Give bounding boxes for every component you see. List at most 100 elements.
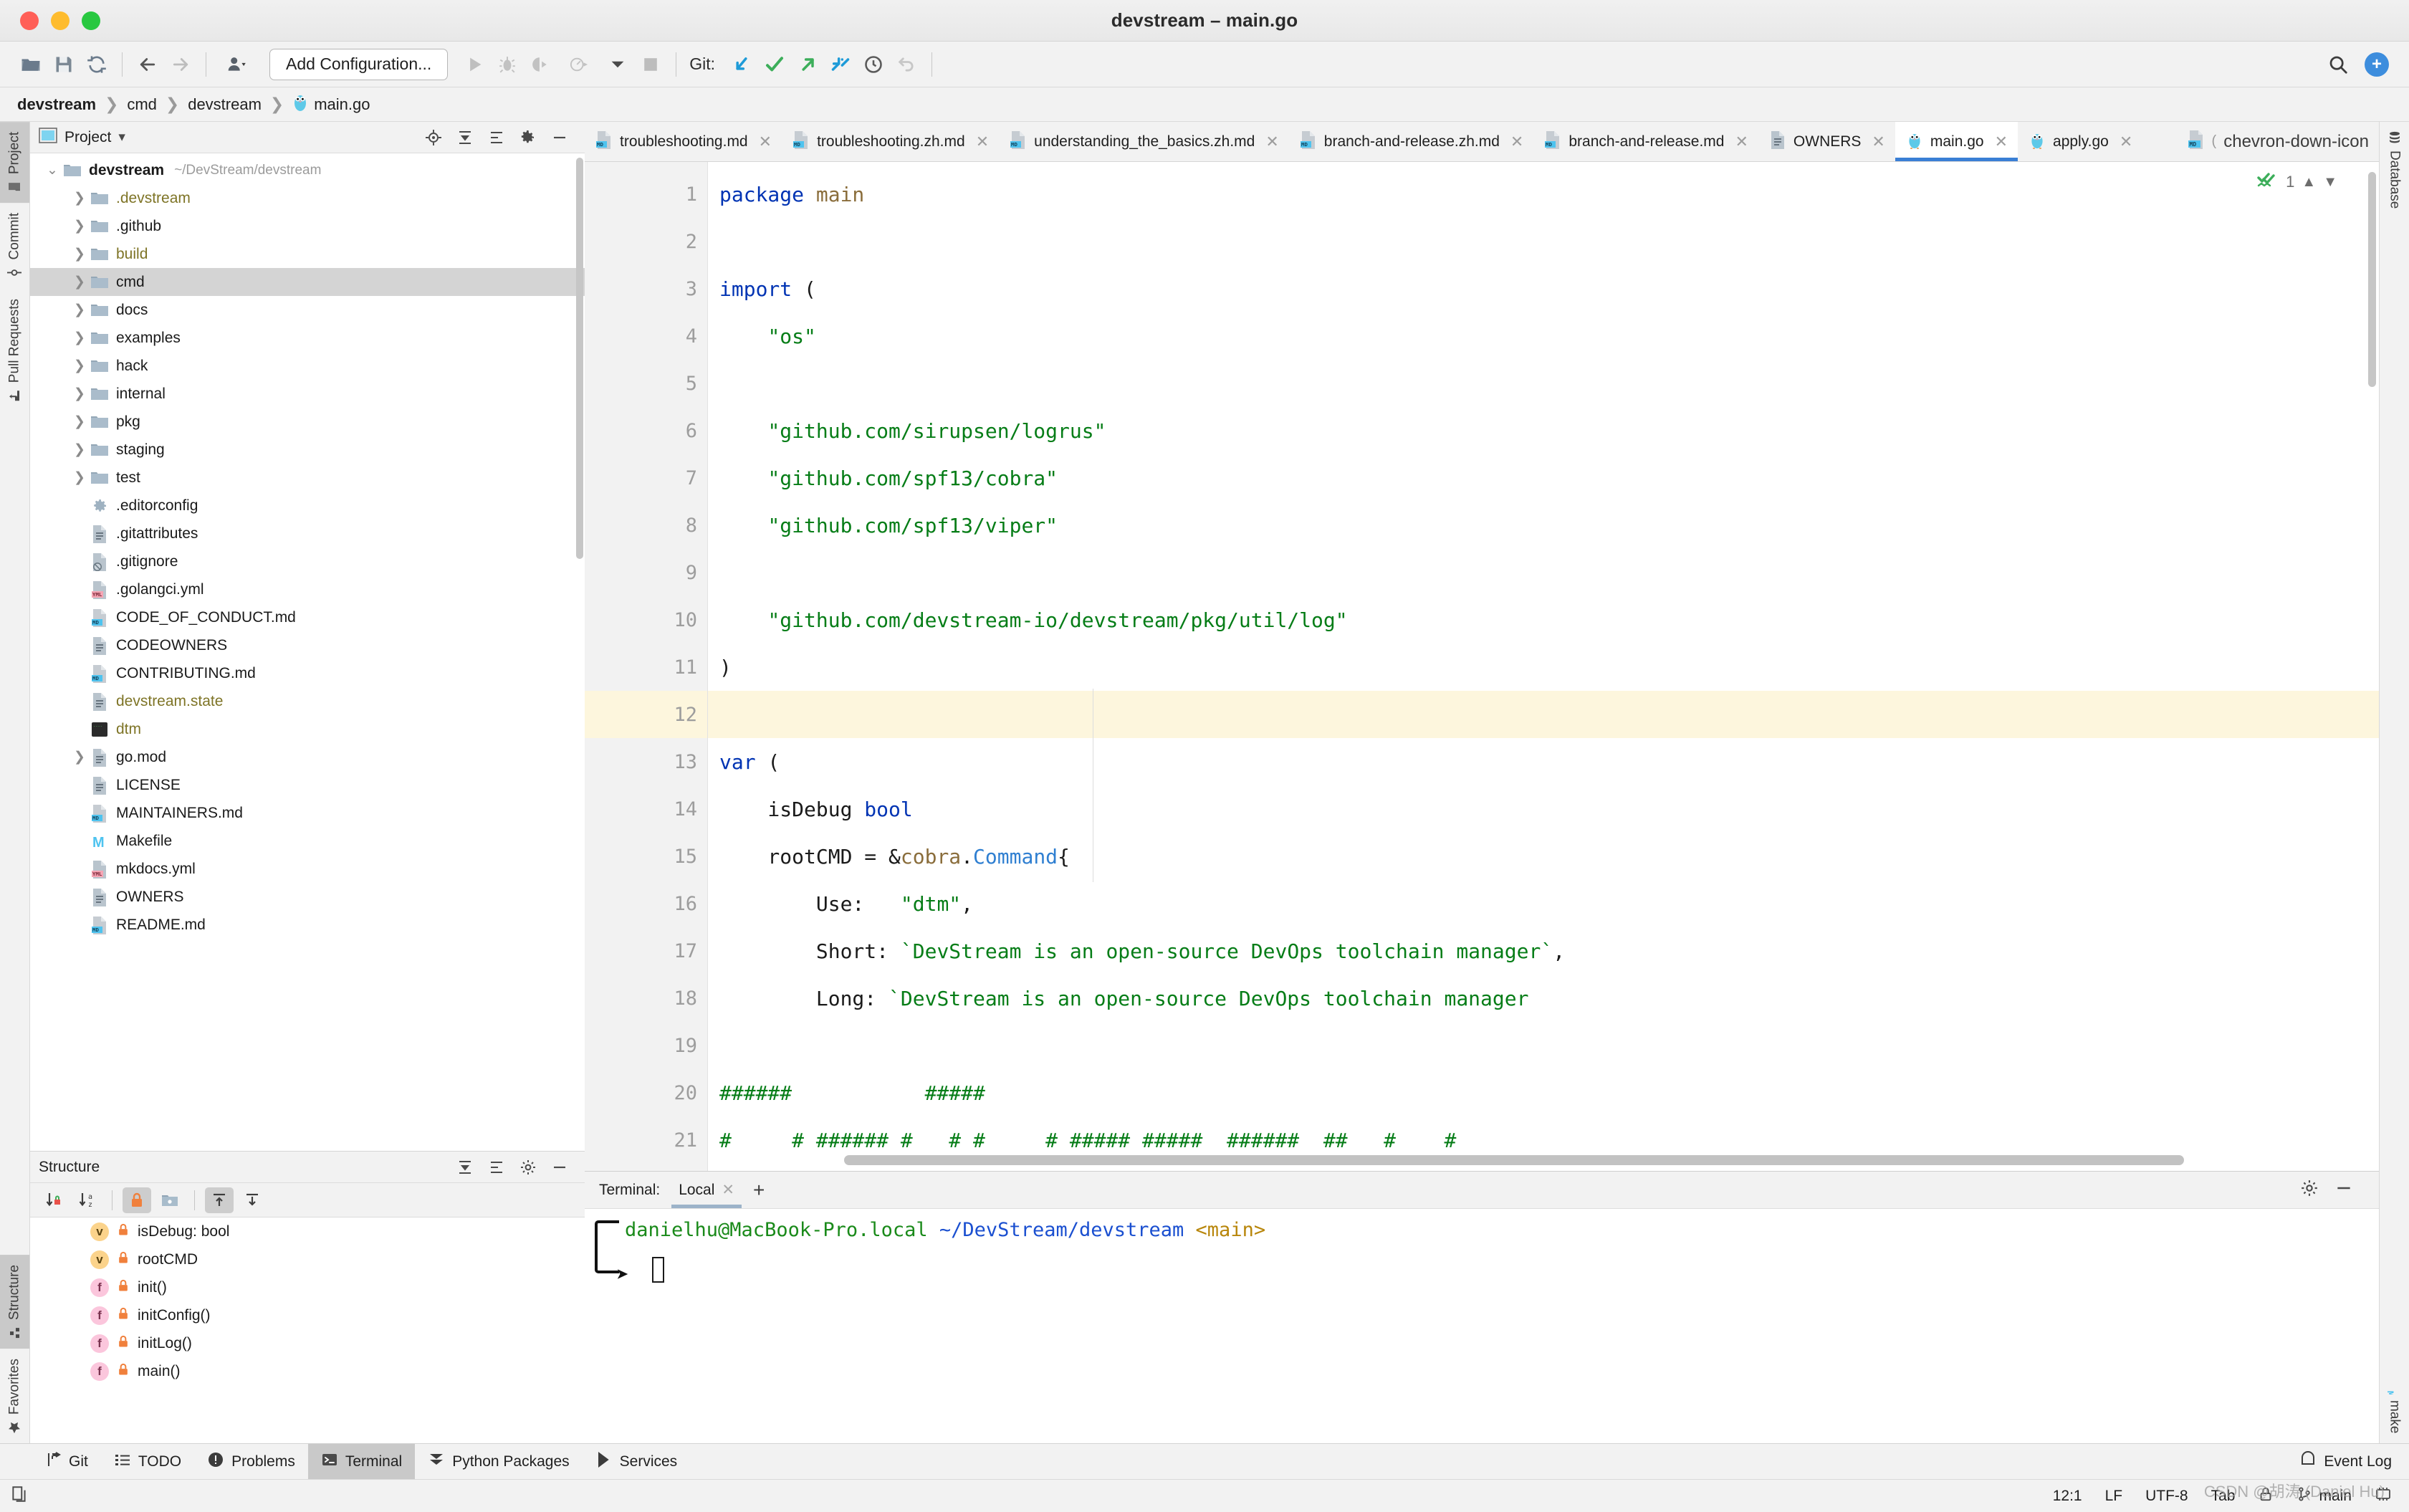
caret-position[interactable]: 12:1 <box>2053 1488 2082 1505</box>
tree-item-codeowners[interactable]: CODEOWNERS <box>30 631 585 659</box>
run-icon[interactable] <box>458 48 491 81</box>
minimize-window-button[interactable] <box>51 11 70 30</box>
tree-item--golangci-yml[interactable]: YML.golangci.yml <box>30 575 585 603</box>
tree-item-staging[interactable]: ❯staging <box>30 436 585 464</box>
terminal-input-line[interactable] <box>606 1257 2379 1283</box>
tool-window-todo[interactable]: TODO <box>101 1444 194 1479</box>
breadcrumb-item-3[interactable]: main.go <box>288 93 374 116</box>
breadcrumb-item-1[interactable]: cmd <box>123 95 161 114</box>
profile-dropdown-icon[interactable] <box>601 48 634 81</box>
tree-item-hack[interactable]: ❯hack <box>30 352 585 380</box>
event-log-button[interactable]: Event Log <box>2299 1444 2409 1479</box>
user-dropdown-icon[interactable] <box>215 48 259 81</box>
line-number[interactable]: 18 <box>585 975 707 1022</box>
settings-gear-icon[interactable] <box>517 127 539 148</box>
code-line[interactable]: ###### ##### <box>719 1069 2379 1116</box>
stop-icon[interactable] <box>634 48 667 81</box>
close-icon[interactable]: ✕ <box>1872 133 1884 151</box>
search-icon[interactable] <box>2322 48 2355 81</box>
code-line[interactable]: "github.com/spf13/viper" <box>719 502 2379 549</box>
expand-arrow-icon[interactable]: ❯ <box>70 331 89 345</box>
close-window-button[interactable] <box>20 11 39 30</box>
memory-icon[interactable] <box>2375 1486 2392 1506</box>
tree-item-examples[interactable]: ❯examples <box>30 324 585 352</box>
code-line[interactable] <box>719 1022 2379 1069</box>
line-number[interactable]: 5 <box>585 360 707 407</box>
breadcrumb-item-2[interactable]: devstream <box>183 95 266 114</box>
editor-vertical-scrollbar[interactable] <box>2368 172 2376 387</box>
profile-icon[interactable] <box>557 48 601 81</box>
terminal-output[interactable]: ➤ danielhu@MacBook-Pro.local ~/DevStream… <box>585 1209 2379 1443</box>
code-line[interactable] <box>719 218 2379 265</box>
tree-item-pkg[interactable]: ❯pkg <box>30 408 585 436</box>
next-issue-icon[interactable]: ▼ <box>2323 174 2337 191</box>
expand-all-icon[interactable] <box>205 1187 234 1213</box>
tree-item--github[interactable]: ❯.github <box>30 212 585 240</box>
code-line[interactable]: Use: "dtm", <box>719 880 2379 927</box>
line-number[interactable]: 8 <box>585 502 707 549</box>
code-line[interactable]: ) <box>719 643 2379 691</box>
tree-item-docs[interactable]: ❯docs <box>30 296 585 324</box>
collapse-all-icon[interactable] <box>454 127 476 148</box>
close-icon[interactable]: ✕ <box>1265 133 1278 151</box>
code-line[interactable]: "github.com/sirupsen/logrus" <box>719 407 2379 454</box>
terminal-tab-local[interactable]: Local ✕ <box>671 1172 742 1208</box>
project-tree-scrollbar[interactable] <box>576 158 583 559</box>
breadcrumb-item-0[interactable]: devstream <box>13 95 100 114</box>
plus-icon[interactable]: + <box>753 1180 765 1200</box>
tree-item-test[interactable]: ❯test <box>30 464 585 492</box>
file-encoding[interactable]: UTF-8 <box>2145 1488 2188 1505</box>
structure-item[interactable]: vrootCMD <box>30 1245 585 1273</box>
structure-item[interactable]: visDebug: bool <box>30 1217 585 1245</box>
line-number[interactable]: 3 <box>585 265 707 312</box>
editor-horizontal-scrollbar[interactable] <box>844 1155 2184 1165</box>
chevron-down-icon[interactable]: chevron-down-icon <box>2223 132 2369 152</box>
tab-troubleshooting-zh-md[interactable]: MDtroubleshooting.zh.md✕ <box>782 122 999 161</box>
code-line[interactable] <box>719 549 2379 596</box>
line-number[interactable]: 6 <box>585 407 707 454</box>
minimize-icon[interactable] <box>2334 1179 2353 1201</box>
close-icon[interactable]: ✕ <box>1510 133 1523 151</box>
sidebar-item-make[interactable]: M make <box>2380 1372 2409 1443</box>
tree-item-owners[interactable]: OWNERS <box>30 883 585 911</box>
line-number[interactable]: 14 <box>585 785 707 833</box>
sort-by-visibility-icon[interactable] <box>40 1187 69 1213</box>
sidebar-item-project[interactable]: Project <box>0 122 29 203</box>
code-line[interactable] <box>719 360 2379 407</box>
sidebar-item-commit[interactable]: Commit <box>0 203 29 288</box>
close-icon[interactable]: ✕ <box>976 133 989 151</box>
lock-icon[interactable] <box>2258 1486 2274 1506</box>
close-icon[interactable]: ✕ <box>722 1181 734 1199</box>
collapse-all-icon[interactable] <box>238 1187 267 1213</box>
run-configuration-selector[interactable]: Add Configuration... <box>269 49 448 80</box>
tree-item--devstream[interactable]: ❯.devstream <box>30 184 585 212</box>
expand-arrow-icon[interactable]: ❯ <box>70 191 89 205</box>
line-number[interactable]: 1 <box>585 171 707 218</box>
close-icon[interactable]: ✕ <box>1995 133 2008 151</box>
tree-item--gitattributes[interactable]: .gitattributes <box>30 520 585 547</box>
code-line[interactable] <box>708 691 2379 738</box>
expand-all-icon[interactable] <box>486 127 507 148</box>
chevron-down-icon[interactable]: ▾ <box>118 129 125 145</box>
tab-understanding-the-basics-zh-md[interactable]: MDunderstanding_the_basics.zh.md✕ <box>999 122 1289 161</box>
expand-arrow-icon[interactable]: ❯ <box>70 415 89 429</box>
expand-arrow-icon[interactable]: ❯ <box>70 750 89 764</box>
line-separator[interactable]: LF <box>2105 1488 2123 1505</box>
run-coverage-icon[interactable] <box>524 48 557 81</box>
tree-item-readme-md[interactable]: MDREADME.md <box>30 911 585 939</box>
group-by-folder-icon[interactable] <box>155 1187 184 1213</box>
back-arrow-icon[interactable] <box>131 48 164 81</box>
close-icon[interactable]: ✕ <box>1735 133 1748 151</box>
expand-arrow-icon[interactable]: ❯ <box>70 303 89 317</box>
tree-item-code-of-conduct-md[interactable]: MDCODE_OF_CONDUCT.md <box>30 603 585 631</box>
line-number[interactable]: 20 <box>585 1069 707 1116</box>
tab-apply-go[interactable]: apply.go✕ <box>2018 122 2142 161</box>
expand-arrow-icon[interactable]: ❯ <box>70 387 89 401</box>
git-commit-icon[interactable] <box>758 48 791 81</box>
expand-arrow-icon[interactable]: ❯ <box>70 443 89 456</box>
code-line[interactable]: rootCMD = &cobra.Command{ <box>719 833 2379 880</box>
collapse-all-icon[interactable] <box>454 1157 476 1178</box>
tab-branch-and-release-md[interactable]: MDbranch-and-release.md✕ <box>1533 122 1758 161</box>
line-number[interactable]: 13 <box>585 738 707 785</box>
structure-item[interactable]: finitConfig() <box>30 1301 585 1329</box>
